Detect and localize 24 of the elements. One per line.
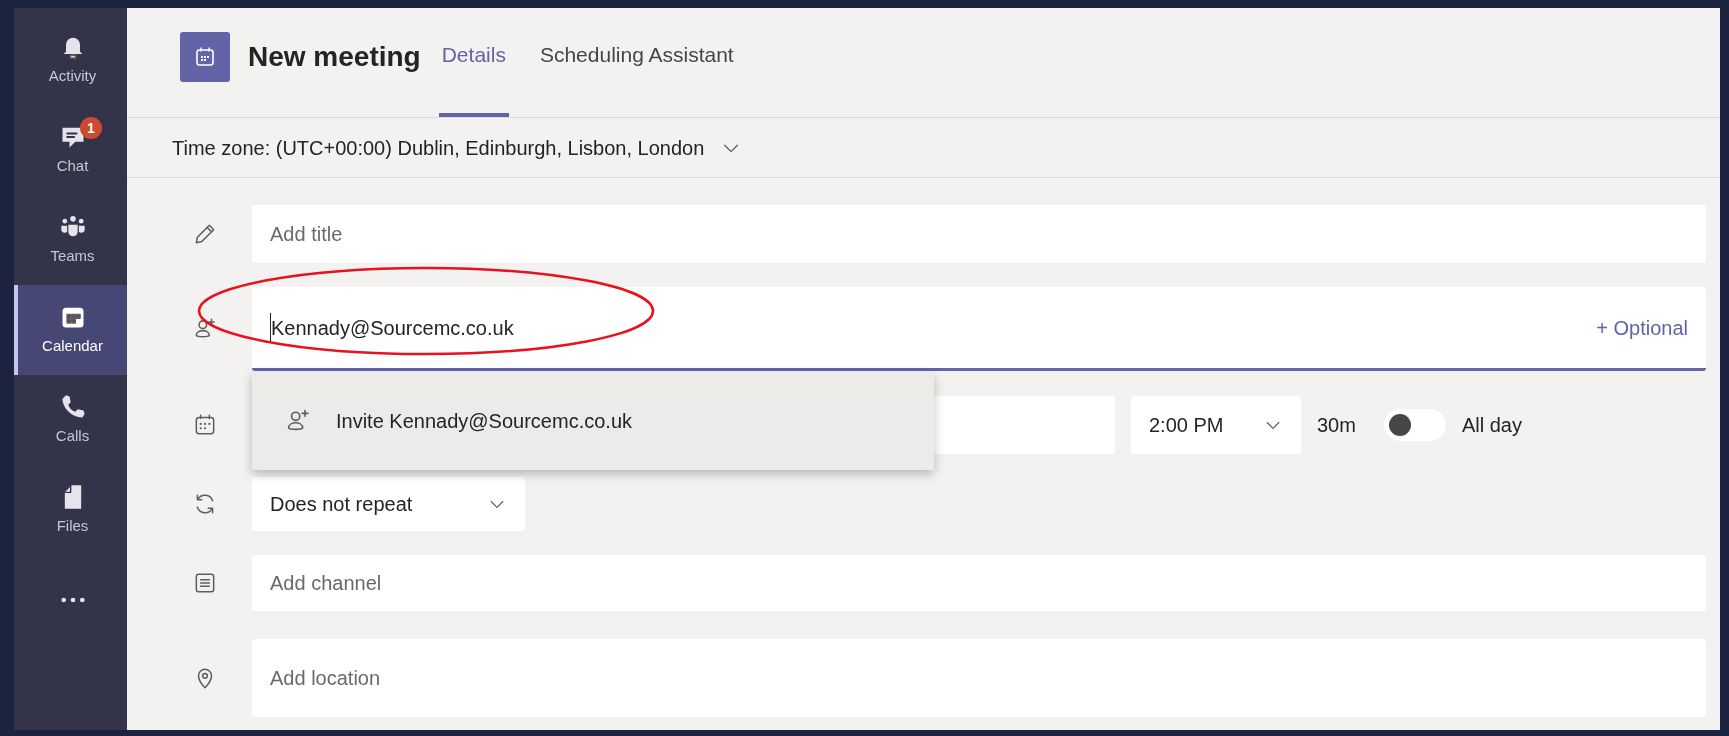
sidebar-item[interactable]: Teams [14, 195, 127, 285]
repeat-dropdown[interactable]: Does not repeat [252, 477, 525, 531]
notification-count: 1 [80, 117, 102, 139]
sidebar-item[interactable]: Activity [14, 15, 127, 105]
input-field[interactable]: Add title [252, 205, 1706, 263]
attendee-value: Kennady@Sourcemc.co.uk [270, 312, 514, 343]
start-time-dropdown[interactable]: 2:00 PM [1131, 396, 1301, 454]
sidebar-item[interactable]: Files [14, 465, 127, 555]
tab[interactable]: Scheduling Assistant [536, 8, 737, 117]
input-field[interactable]: Add channel [252, 555, 1706, 611]
sidebar-item[interactable]: Calls [14, 375, 127, 465]
suggestion-menu[interactable]: Invite Kennady@Sourcemc.co.uk [252, 372, 934, 470]
input-field[interactable]: Add location [252, 639, 1706, 717]
optional-link[interactable]: + Optional [1596, 312, 1688, 343]
page-title: New meeting [248, 39, 421, 74]
all-day-toggle[interactable] [1383, 409, 1446, 441]
time-zone-dropdown[interactable]: Time zone: (UTC+00:00) Dublin, Edinburgh, Lisbon, London [172, 132, 743, 163]
sidebar-item[interactable]: Calendar [14, 285, 127, 375]
sidebar-item[interactable]: Chat 1 [14, 105, 127, 195]
toggle-label: All day [1461, 413, 1522, 438]
duration-label: 30m [1317, 413, 1356, 438]
attendee-field[interactable]: Kennady@Sourcemc.co.uk + Optional [252, 287, 1706, 371]
tab[interactable]: Details [438, 8, 509, 117]
meeting-icon [180, 31, 230, 82]
